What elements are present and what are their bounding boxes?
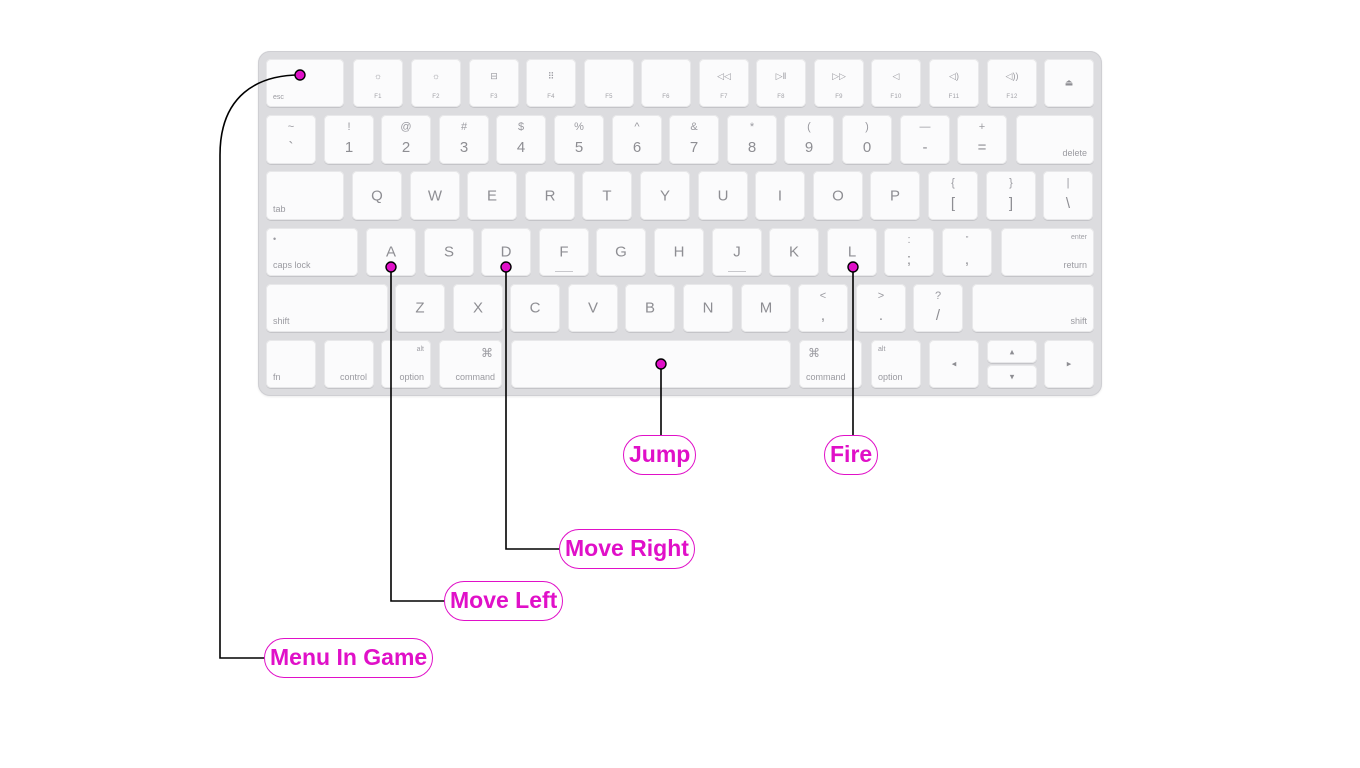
connector-line-menu	[219, 74, 301, 659]
anchor-dot-esc	[294, 69, 306, 81]
connector-overlay	[219, 69, 859, 659]
callout-move-right: Move Right	[559, 529, 695, 569]
callout-fire: Fire	[824, 435, 879, 475]
connector-line-move-right	[505, 267, 560, 550]
anchor-dot-a	[385, 261, 397, 273]
callout-move-left: Move Left	[444, 581, 564, 621]
callout-menu-in-game: Menu In Game	[264, 638, 434, 678]
connector-line-move-left	[390, 267, 446, 602]
anchor-dot-l	[847, 261, 859, 273]
anchor-dot-space	[655, 358, 667, 370]
anchor-dot-d	[500, 261, 512, 273]
callout-jump: Jump	[623, 435, 697, 475]
